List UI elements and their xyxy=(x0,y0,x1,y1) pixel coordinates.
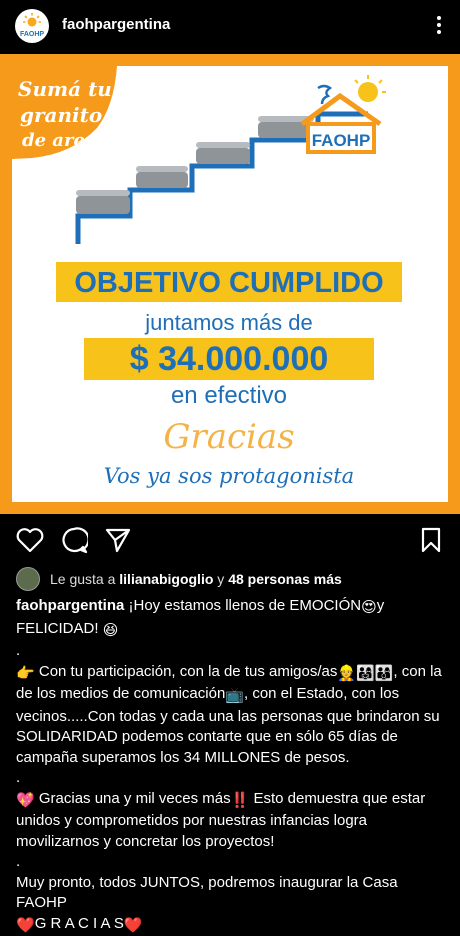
post-header: FAOHP faohpargentina xyxy=(0,0,460,52)
caption-para4: Muy pronto, todos JUNTOS, podremos inaug… xyxy=(16,873,448,914)
caption-para2a: Con tu participación, con la de tus amig… xyxy=(39,663,338,680)
people-emoji-icon: 👷👨‍👩‍👧👨‍👩‍👦 xyxy=(337,664,393,685)
caption-line1: ¡Hoy estamos llenos de EMOCIÓN xyxy=(129,597,362,614)
campaign-card: Sumá tu granito de arena xyxy=(12,66,448,502)
post-caption: faohpargentina ¡Hoy estamos llenos de EM… xyxy=(16,596,448,936)
profile-avatar[interactable]: FAOHP xyxy=(15,9,49,43)
thanks-text: Gracias xyxy=(163,417,294,457)
more-options-icon[interactable] xyxy=(436,14,442,38)
dot-separator: . xyxy=(16,641,448,662)
red-heart-emoji-icon: ❤️ xyxy=(16,916,35,936)
sparkling-heart-emoji-icon: 💖 xyxy=(16,791,35,812)
double-exclamation-emoji-icon: ‼️ xyxy=(231,791,250,812)
action-bar xyxy=(0,520,460,560)
heart-eyes-emoji-icon: 😍 xyxy=(361,598,377,619)
badge-line1: Sumá tu xyxy=(18,77,112,101)
comment-icon[interactable] xyxy=(60,526,88,554)
dot-separator: . xyxy=(16,768,448,789)
faohp-logo: FAOHP xyxy=(15,9,49,43)
likes-connector: y xyxy=(217,571,224,587)
share-send-icon[interactable] xyxy=(104,526,132,554)
headline-text: OBJETIVO CUMPLIDO xyxy=(74,267,383,299)
like-heart-icon[interactable] xyxy=(16,527,44,553)
badge-line2: granito xyxy=(20,103,102,127)
save-bookmark-icon[interactable] xyxy=(420,526,442,554)
likes-text: Le gusta a lilianabigoglio y 48 personas… xyxy=(50,571,342,587)
subline-text: juntamos más de xyxy=(144,310,313,335)
house-label: FAOHP xyxy=(312,131,371,150)
liker-username[interactable]: lilianabigoglio xyxy=(119,571,213,587)
caption-gracias: G R A C I A S xyxy=(35,915,124,932)
amount-text: $ 34.000.000 xyxy=(130,340,329,378)
badge-line3: de arena xyxy=(22,130,110,151)
likes-prefix: Le gusta a xyxy=(50,571,115,587)
cash-text: en efectivo xyxy=(171,382,287,409)
caption-para3a: Gracias una y mil veces más xyxy=(39,790,231,807)
likes-row[interactable]: Le gusta a lilianabigoglio y 48 personas… xyxy=(16,568,342,590)
dot-separator: . xyxy=(16,852,448,873)
red-heart-emoji-icon: ❤️ xyxy=(124,916,143,936)
logo-text: FAOHP xyxy=(20,31,44,38)
granito-badge: Sumá tu granito de arena xyxy=(12,66,117,159)
pointing-hand-emoji-icon: 👉 xyxy=(16,664,35,685)
smile-emoji-icon: 😆 xyxy=(103,621,119,642)
tv-emoji-icon: 📺 xyxy=(225,686,244,707)
caption-username[interactable]: faohpargentina xyxy=(16,597,124,614)
post-image[interactable]: Sumá tu granito de arena xyxy=(0,54,460,514)
campaign-graphic: Sumá tu granito de arena xyxy=(12,66,448,502)
post-username[interactable]: faohpargentina xyxy=(62,16,170,33)
liker-avatar xyxy=(16,567,40,591)
likes-count[interactable]: 48 personas más xyxy=(228,571,342,587)
protagonist-text: Vos ya sos protagonista xyxy=(104,464,354,488)
